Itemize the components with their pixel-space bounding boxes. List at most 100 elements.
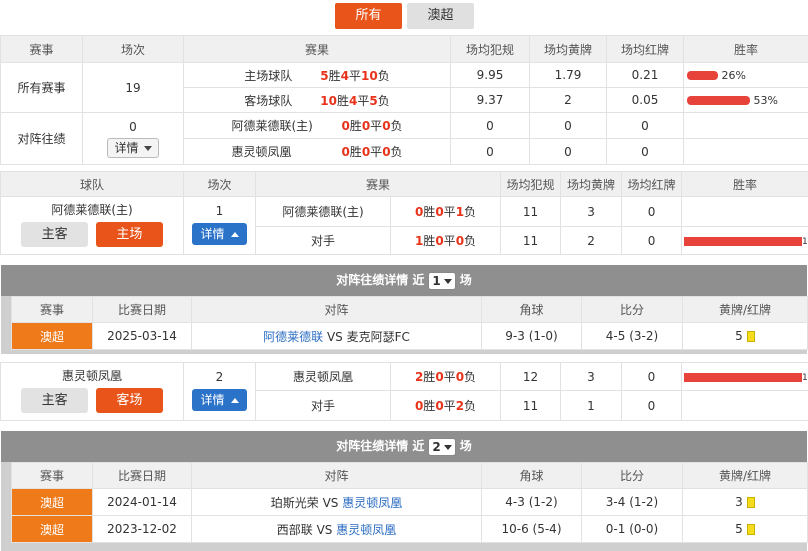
header-fouls: 场均犯规 [450, 35, 530, 63]
panel-title-text: 对阵往绩详情 近 [336, 439, 425, 453]
corner-value: 9-3 (1-0) [481, 322, 582, 350]
loss-unit: 负 [464, 370, 477, 384]
host-away-button[interactable]: 主客 [21, 222, 89, 247]
yellow-value: 2 [560, 226, 623, 255]
draw-unit: 平 [443, 370, 456, 384]
result-cell: 0胜0平1负 [389, 196, 502, 227]
yellow-card-icon [746, 331, 755, 342]
home-team-link[interactable]: 阿德莱德联 [263, 330, 323, 344]
winrate-text: 26% [721, 68, 746, 82]
row-label: 阿德莱德联(主) [255, 196, 391, 227]
cards-value: 5 [735, 522, 743, 536]
header-red: 场均红牌 [606, 35, 684, 63]
away-team-link[interactable]: 惠灵顿凤凰 [336, 523, 396, 537]
score-value: 0-1 (0-0) [581, 515, 683, 543]
red-value: 0 [621, 226, 683, 255]
draw-unit: 平 [443, 234, 456, 248]
row-label: 阿德莱德联(主) [231, 119, 313, 133]
h2h-detail-dropdown[interactable]: 详情 [107, 137, 159, 158]
away-team-link[interactable]: 惠灵顿凤凰 [342, 496, 402, 510]
tab-a-league[interactable]: 澳超 [407, 3, 474, 29]
yellow-value: 3 [560, 196, 623, 227]
panel-title: 对阵往绩详情 近 1 场 [1, 265, 807, 296]
away-button[interactable]: 客场 [95, 388, 163, 413]
league-badge: 澳超 [11, 515, 93, 543]
vs-label: VS [326, 329, 343, 344]
loss-unit: 负 [464, 399, 477, 413]
header-yellow: 场均黄牌 [560, 171, 623, 197]
header-league: 赛事 [11, 462, 93, 489]
header-yellow: 场均黄牌 [529, 35, 607, 63]
header-count: 场次 [82, 35, 184, 63]
detail-label: 详情 [200, 227, 225, 241]
league-tabs: 所有 澳超 [0, 3, 808, 29]
chevron-down-icon [443, 444, 452, 450]
result-cell: 客场球队 10胜4平5负 [183, 87, 451, 113]
recent-count-select[interactable]: 2 [428, 437, 456, 456]
header-score: 比分 [581, 462, 683, 489]
fouls-value: 11 [500, 196, 562, 227]
red-value: 0 [606, 138, 684, 165]
win-unit: 胜 [423, 399, 436, 413]
panel-title-unit: 场 [459, 273, 472, 287]
result-cell: 2胜0平0负 [390, 362, 501, 391]
loss-count: 0 [455, 234, 465, 248]
winrate-cell: 1 [681, 226, 808, 255]
fouls-value: 0 [450, 138, 530, 165]
league-badge: 澳超 [11, 322, 93, 350]
host-away-button[interactable]: 主客 [21, 388, 89, 413]
header-league: 赛事 [11, 296, 93, 323]
loss-count: 5 [369, 93, 378, 108]
header-result: 赛果 [254, 171, 502, 197]
yellow-value: 1.79 [529, 62, 607, 88]
red-value: 0 [621, 196, 683, 227]
score-value: 3-4 (1-2) [581, 488, 683, 516]
match-teams: 阿德莱德联 VS 麦克阿瑟FC [191, 322, 482, 350]
fouls-value: 11 [500, 390, 561, 421]
header-corner: 角球 [481, 462, 582, 489]
recent-count-select[interactable]: 1 [428, 271, 456, 290]
home-button[interactable]: 主场 [95, 222, 163, 247]
score-value: 4-5 (3-2) [581, 322, 683, 350]
team2-detail-button[interactable]: 详情 [192, 389, 247, 411]
header-winrate: 胜率 [681, 171, 808, 197]
panel-title-text: 对阵往绩详情 近 [336, 273, 425, 287]
tab-all[interactable]: 所有 [335, 3, 402, 29]
match-date: 2023-12-02 [92, 515, 192, 543]
team1-detail-button[interactable]: 详情 [192, 223, 247, 245]
vs-label: VS [322, 495, 339, 510]
draw-unit: 平 [443, 205, 456, 219]
loss-unit: 负 [464, 234, 477, 248]
team2-count: 2 [215, 370, 224, 384]
header-cards: 黄牌/红牌 [682, 462, 808, 489]
detail-label: 详情 [200, 393, 225, 407]
loss-count: 10 [361, 68, 378, 83]
h2h-count: 0 [129, 119, 137, 134]
red-value: 0 [621, 390, 682, 421]
result-cell: 阿德莱德联(主) 0胜0平0负 [183, 112, 451, 139]
draw-unit: 平 [370, 145, 383, 159]
winrate-bar [684, 372, 802, 382]
win-unit: 胜 [328, 68, 341, 83]
cards-cell: 5 [682, 322, 808, 350]
away-team: 麦克阿瑟FC [346, 329, 410, 344]
team1-name: 阿德莱德联(主) [51, 203, 133, 217]
h2h-count-cell: 0 详情 [82, 112, 184, 165]
panel-title: 对阵往绩详情 近 2 场 [1, 431, 807, 462]
cards-cell: 3 [682, 488, 808, 516]
header-fouls: 场均犯规 [500, 171, 562, 197]
header-league: 赛事 [0, 35, 83, 63]
draw-count: 0 [361, 119, 371, 133]
result-cell: 1胜0平0负 [389, 226, 502, 255]
winrate-cell [681, 196, 808, 227]
win-unit: 胜 [423, 205, 436, 219]
team1-cell: 阿德莱德联(主) 主客 主场 [0, 196, 184, 255]
draw-unit: 平 [370, 119, 383, 133]
header-count: 场次 [183, 171, 256, 197]
win-count: 0 [341, 145, 350, 159]
match-teams: 珀斯光荣 VS 惠灵顿凤凰 [191, 488, 482, 516]
winrate-bar [687, 71, 718, 80]
h2h-table-1: 赛事 比赛日期 对阵 角球 比分 黄牌/红牌 澳超 2025-03-14 阿德莱… [11, 296, 808, 350]
fouls-value: 11 [500, 226, 562, 255]
win-unit: 胜 [349, 145, 362, 159]
